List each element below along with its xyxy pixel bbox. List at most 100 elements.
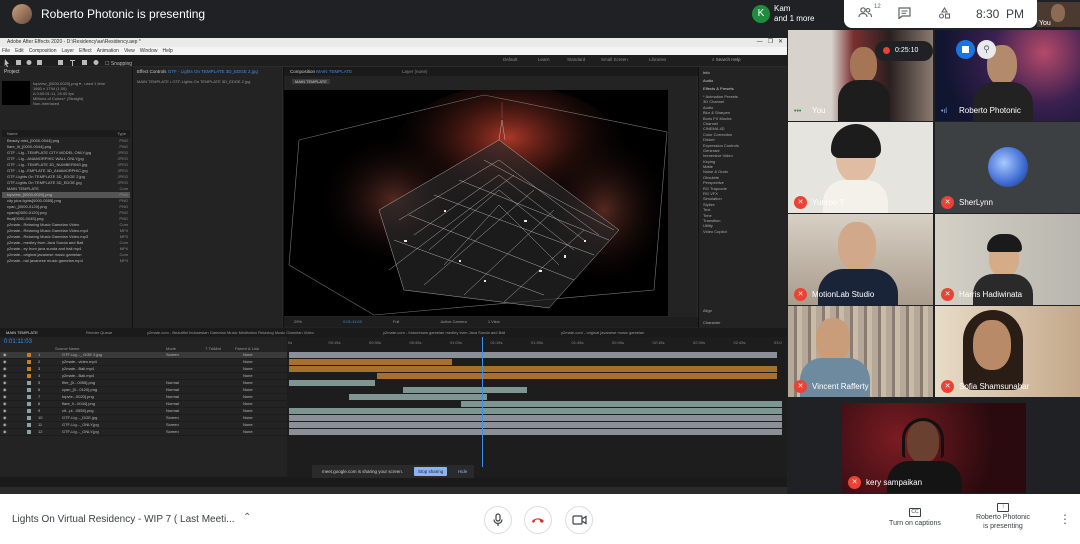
layer-bar[interactable]	[289, 415, 782, 421]
stop-icon[interactable]	[956, 40, 975, 59]
self-view-thumbnail[interactable]: You	[1037, 2, 1080, 27]
layer-bar[interactable]	[289, 408, 782, 414]
layer-bar[interactable]	[461, 401, 782, 407]
layer-parent[interactable]: None	[243, 394, 253, 401]
menu-item[interactable]: View	[124, 48, 135, 54]
layer-parent[interactable]: None	[243, 366, 253, 373]
effects-list-item[interactable]: Info	[703, 70, 783, 76]
layer-visibility-icon[interactable]: ◉	[3, 387, 7, 394]
align-panel-label[interactable]: Align	[703, 308, 712, 313]
camera-select[interactable]: Active Camera	[440, 319, 466, 324]
participant-tile-sofia[interactable]: ✕ Sofia Shamsunahar	[935, 306, 1080, 397]
meeting-title[interactable]: Lights On Virtual Residency - WIP 7 ( La…	[12, 514, 235, 525]
playhead[interactable]	[482, 337, 483, 467]
microphone-button[interactable]	[484, 506, 512, 534]
participant-tile-kery[interactable]: ✕ kery sampaikan	[842, 403, 1026, 493]
layer-bar[interactable]	[377, 373, 777, 379]
layer-row[interactable]: ◉ 6 cyan_[0...0120].png Normal None	[0, 387, 287, 394]
layer-bar[interactable]	[289, 429, 782, 435]
timeline-tab[interactable]: MAIN TEMPLATE	[6, 328, 38, 337]
layer-mode[interactable]: Screen	[166, 352, 179, 359]
chat-icon[interactable]	[898, 7, 911, 22]
layer-bar[interactable]	[403, 387, 527, 393]
menu-item[interactable]: Help	[162, 48, 172, 54]
effects-list-item[interactable]: Audio	[703, 78, 783, 84]
menu-item[interactable]: File	[2, 48, 10, 54]
people-icon[interactable]	[858, 7, 873, 21]
participant-tile-roberto[interactable]: ⚲ •ıl Roberto Photonic	[935, 30, 1080, 121]
layer-bar[interactable]	[289, 366, 777, 372]
layer-bar[interactable]	[289, 380, 375, 386]
layer-parent[interactable]: None	[243, 387, 253, 394]
menu-item[interactable]: Window	[140, 48, 158, 54]
layer-row[interactable]: ◉ 5 flire_[0...0055].png Normal None	[0, 380, 287, 387]
menu-item[interactable]: Composition	[29, 48, 57, 54]
layer-row[interactable]: ◉ 2 y2mate...video.mp4 None	[0, 359, 287, 366]
workspace-tab[interactable]: Learn	[538, 57, 550, 62]
project-tab[interactable]: Project	[4, 69, 20, 75]
layer-parent[interactable]: None	[243, 415, 253, 422]
workspace-tab[interactable]: Standard	[567, 57, 585, 62]
project-item[interactable]: y2mate...nal javanese music gamelan.mp4 M…	[2, 258, 130, 264]
layer-row[interactable]: ◉ 11 GTF-Lig..._ONLY.jpg Screen None	[0, 422, 287, 429]
zoom-level[interactable]: 29%	[294, 319, 302, 324]
menu-item[interactable]: Edit	[15, 48, 24, 54]
view-select[interactable]: 1 View	[488, 319, 500, 324]
timeline-tab[interactable]: y2mate.com - original javanese music gam…	[561, 328, 644, 337]
captions-button[interactable]: CC Turn on captions	[880, 508, 950, 528]
layer-row[interactable]: ◉ 9 cit...pl...0555].png Normal None	[0, 408, 287, 415]
layer-visibility-icon[interactable]: ◉	[3, 415, 7, 422]
menu-item[interactable]: Layer	[61, 48, 74, 54]
layer-tab[interactable]: Layer (none)	[402, 69, 428, 74]
layer-visibility-icon[interactable]: ◉	[3, 373, 7, 380]
layer-visibility-icon[interactable]: ◉	[3, 429, 7, 436]
timeline-tab[interactable]: Render Queue	[86, 328, 112, 337]
layer-visibility-icon[interactable]: ◉	[3, 366, 7, 373]
participant-tile-sherlynn[interactable]: ✕ SherLynn	[935, 122, 1080, 213]
character-panel-label[interactable]: Character	[703, 320, 721, 325]
layer-mode[interactable]: Screen	[166, 422, 179, 429]
layer-mode[interactable]: Normal	[166, 380, 179, 387]
time-ruler[interactable]: 0s 00:15s 00:30s 00:45s 01:00s 01:15s 01:30s 01…	[287, 339, 782, 349]
layer-parent[interactable]: None	[243, 408, 253, 415]
layer-row[interactable]: ◉ 1 GTF-Lig..._ DGE 2.jpg Screen None	[0, 352, 287, 359]
window-controls[interactable]: — ❐ ✕	[757, 38, 783, 47]
layer-mode[interactable]: Normal	[166, 408, 179, 415]
layer-visibility-icon[interactable]: ◉	[3, 359, 7, 366]
layer-mode[interactable]: Normal	[166, 394, 179, 401]
layer-mode[interactable]: Normal	[166, 401, 179, 408]
layer-parent[interactable]: None	[243, 422, 253, 429]
stop-sharing-button[interactable]: Stop sharing	[414, 467, 448, 476]
resolution-select[interactable]: Full	[393, 319, 399, 324]
layer-mode[interactable]: Screen	[166, 429, 179, 436]
camera-button[interactable]	[565, 506, 593, 534]
participant-tile-yunroo[interactable]: ✕ Yunroo T	[788, 122, 933, 213]
pin-icon[interactable]: ⚲	[977, 40, 996, 59]
presenting-button[interactable]: ↑ Roberto Photonic is presenting	[967, 503, 1039, 531]
menu-item[interactable]: Animation	[97, 48, 119, 54]
layer-row[interactable]: ◉ 10 GTF-Lig..._DGE.jpg Screen None	[0, 415, 287, 422]
layer-parent[interactable]: None	[243, 359, 253, 366]
composition-canvas[interactable]	[284, 85, 674, 316]
layer-bar[interactable]	[289, 359, 452, 365]
workspace-tab[interactable]: Default	[503, 57, 517, 62]
timeline-tab[interactable]: y2mate.com - Indonesian gamelan medley f…	[383, 328, 505, 337]
layer-row[interactable]: ◉ 7 topvie...0020].png Normal None	[0, 394, 287, 401]
layer-row[interactable]: ◉ 12 GTF-Lig..._ONLY.jpg Screen None	[0, 429, 287, 436]
participant-tile-vincent[interactable]: ✕ Vincent Rafferty	[788, 306, 933, 397]
layer-bar[interactable]	[289, 422, 782, 428]
layer-mode[interactable]: Normal	[166, 387, 179, 394]
layer-parent[interactable]: None	[243, 401, 253, 408]
layer-parent[interactable]: None	[243, 373, 253, 380]
leave-call-button[interactable]	[524, 506, 552, 534]
layer-mode[interactable]: Screen	[166, 415, 179, 422]
effects-list-item[interactable]: Effects & Presets	[703, 86, 783, 92]
effect-controls-tab[interactable]: Effect Controls GTF - Lights On TEMPLATE…	[137, 69, 258, 74]
menu-item[interactable]: Effect	[79, 48, 92, 54]
layer-parent[interactable]: None	[243, 380, 253, 387]
layer-visibility-icon[interactable]: ◉	[3, 401, 7, 408]
activities-icon[interactable]	[938, 6, 951, 22]
layer-visibility-icon[interactable]: ◉	[3, 422, 7, 429]
layer-bar[interactable]	[349, 394, 487, 400]
layer-row[interactable]: ◉ 8 flare_li...0044].png Normal None	[0, 401, 287, 408]
